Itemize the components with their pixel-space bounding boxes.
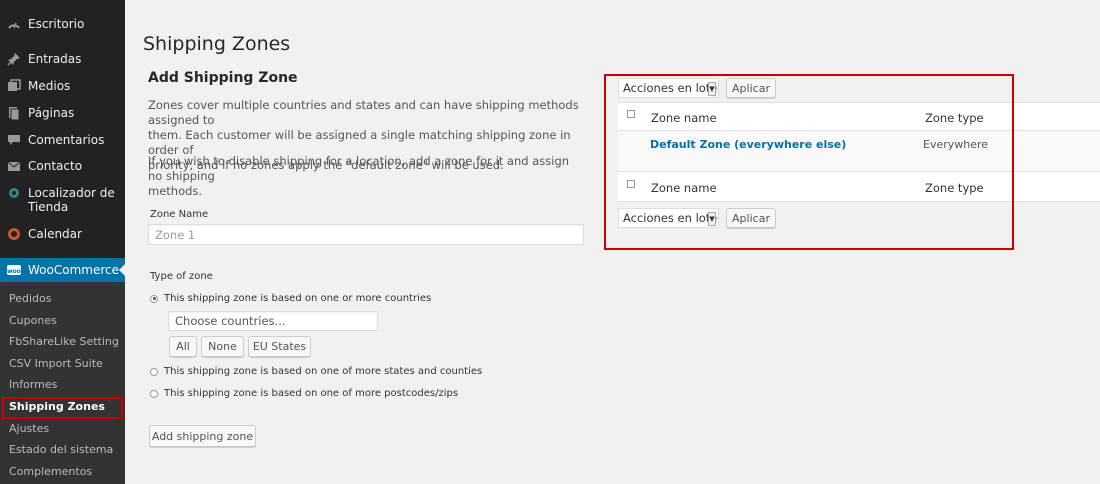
note-line: methods. <box>148 184 203 198</box>
woocommerce-submenu: Pedidos Cupones FbShareLike Setting CSV … <box>0 282 125 484</box>
disable-shipping-note: If you wish to disable shipping for a lo… <box>148 154 583 199</box>
menu-escritorio[interactable]: Escritorio <box>0 17 125 33</box>
menu-label-line1: Localizador de <box>28 186 115 200</box>
menu-label: Entradas <box>28 52 82 66</box>
media-icon <box>7 79 21 93</box>
zone-name-input[interactable]: Zone 1 <box>148 224 584 245</box>
submenu-ajustes[interactable]: Ajustes <box>9 422 49 435</box>
menu-comentarios[interactable]: Comentarios <box>0 133 125 149</box>
mail-icon <box>7 159 21 173</box>
menu-label: Páginas <box>28 106 75 120</box>
table-footer-row: Zone name Zone type <box>618 173 1100 202</box>
form-title: Add Shipping Zone <box>148 70 298 86</box>
menu-label: WooCommerce <box>28 263 119 277</box>
submenu-cupones[interactable]: Cupones <box>9 314 57 327</box>
menu-label: Localizador de Tienda <box>28 186 115 214</box>
submenu-pedidos[interactable]: Pedidos <box>9 292 52 305</box>
dashboard-icon <box>7 17 21 31</box>
radio-postcodes-label: This shipping zone is based on one of mo… <box>164 388 459 399</box>
menu-calendar[interactable]: Calendar <box>0 227 125 243</box>
submenu-estado[interactable]: Estado del sistema <box>9 443 113 456</box>
dropdown-arrow-icon: ▼ <box>708 82 716 96</box>
note-line: If you wish to disable shipping for a lo… <box>148 154 570 183</box>
radio-states-label: This shipping zone is based on one of mo… <box>164 366 483 377</box>
select-all-checkbox-footer[interactable] <box>627 180 635 188</box>
menu-label: Escritorio <box>28 17 85 31</box>
menu-paginas[interactable]: Páginas <box>0 106 125 122</box>
menu-label: Medios <box>28 79 71 93</box>
bulk-actions-value: Acciones en lote <box>623 81 718 95</box>
zones-table: Zone name Zone type Default Zone (everyw… <box>618 102 1100 202</box>
menu-localizador[interactable]: Localizador de Tienda <box>0 186 125 216</box>
radio-countries[interactable] <box>150 294 158 303</box>
description-line: them. Each customer will be assigned a s… <box>148 128 571 157</box>
add-shipping-zone-button[interactable]: Add shipping zone <box>149 425 256 447</box>
zone-name-label: Zone Name <box>150 209 209 220</box>
submenu-fbsharelike[interactable]: FbShareLike Setting <box>9 335 119 348</box>
radio-postcodes-row[interactable]: This shipping zone is based on one of mo… <box>150 388 458 399</box>
radio-countries-label: This shipping zone is based on one or mo… <box>164 293 432 304</box>
zone-name-link[interactable]: Default Zone (everywhere else) <box>650 138 846 151</box>
description-line: Zones cover multiple countries and state… <box>148 98 579 127</box>
menu-label: Contacto <box>28 159 83 173</box>
submenu-csv-import[interactable]: CSV Import Suite <box>9 357 103 370</box>
woocommerce-icon: woo <box>7 263 21 277</box>
svg-text:woo: woo <box>7 268 21 275</box>
apply-button-top[interactable]: Aplicar <box>726 78 776 98</box>
page-title: Shipping Zones <box>143 33 291 55</box>
col-zone-type[interactable]: Zone type <box>925 111 984 125</box>
submenu-informes[interactable]: Informes <box>9 378 57 391</box>
radio-countries-row[interactable]: This shipping zone is based on one or mo… <box>150 293 431 304</box>
admin-sidebar: Escritorio Entradas Medios Páginas Comen… <box>0 0 126 484</box>
select-all-button[interactable]: All <box>169 336 197 357</box>
submenu-complementos[interactable]: Complementos <box>9 465 92 478</box>
current-item-highlight <box>2 397 123 419</box>
menu-label: Calendar <box>28 227 82 241</box>
location-icon <box>7 186 21 200</box>
select-none-button[interactable]: None <box>201 336 244 357</box>
radio-postcodes[interactable] <box>150 389 158 398</box>
choose-countries-input[interactable]: Choose countries... <box>168 311 378 331</box>
select-all-checkbox[interactable] <box>627 110 635 118</box>
current-arrow <box>119 263 126 277</box>
radio-states-row[interactable]: This shipping zone is based on one of mo… <box>150 366 482 377</box>
calendar-icon <box>7 227 21 241</box>
eu-states-button[interactable]: EU States <box>248 336 311 357</box>
dropdown-arrow-icon: ▼ <box>708 212 716 226</box>
table-row: Default Zone (everywhere else) Everywher… <box>618 131 1100 172</box>
bulk-actions-value: Acciones en lote <box>623 211 718 225</box>
col-zone-name[interactable]: Zone name <box>651 111 717 125</box>
menu-label: Comentarios <box>28 133 105 147</box>
menu-contacto[interactable]: Contacto <box>0 159 125 175</box>
bulk-actions-select-top[interactable]: Acciones en lote ▼ <box>618 78 719 98</box>
col-zone-type-footer[interactable]: Zone type <box>925 181 984 195</box>
bulk-actions-select-bottom[interactable]: Acciones en lote ▼ <box>618 208 719 228</box>
menu-entradas[interactable]: Entradas <box>0 52 125 68</box>
radio-states[interactable] <box>150 367 158 376</box>
zone-type-value: Everywhere <box>923 138 989 151</box>
comment-icon <box>7 133 21 147</box>
menu-label-line2: Tienda <box>28 200 69 214</box>
pin-icon <box>7 52 21 66</box>
col-zone-name-footer[interactable]: Zone name <box>651 181 717 195</box>
menu-woocommerce[interactable]: woo WooCommerce <box>0 258 126 282</box>
pages-icon <box>7 106 21 121</box>
apply-button-bottom[interactable]: Aplicar <box>726 208 776 228</box>
table-header-row: Zone name Zone type <box>618 103 1100 131</box>
menu-medios[interactable]: Medios <box>0 79 125 95</box>
zone-type-label: Type of zone <box>150 271 213 282</box>
